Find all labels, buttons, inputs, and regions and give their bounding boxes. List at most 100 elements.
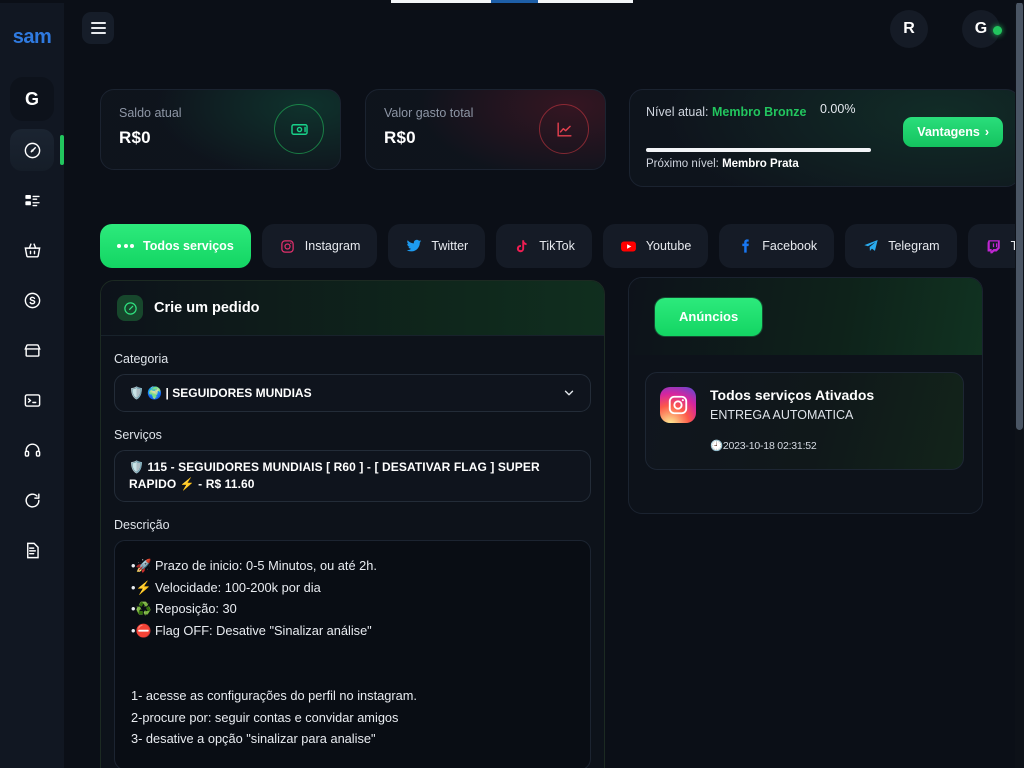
youtube-icon <box>620 238 637 255</box>
tab-twitter[interactable]: Twitter <box>388 224 486 268</box>
announcements-header: Anúncios <box>629 278 982 355</box>
card-spent: Valor gasto total R$0 <box>365 89 606 170</box>
tiktok-icon <box>513 238 530 255</box>
create-order-panel: Crie um pedido Categoria 🛡️ 🌍 | SEGUIDOR… <box>100 280 605 768</box>
announcement-subtitle: ENTREGA AUTOMATICA <box>710 408 854 422</box>
loader-segment-white-b <box>538 0 633 3</box>
dots-icon <box>117 238 134 255</box>
list-icon <box>23 191 42 210</box>
vantagens-button[interactable]: Vantagens › <box>903 117 1003 147</box>
announcements-panel: Anúncios Todos serviços Ativados ENTREGA… <box>628 277 983 514</box>
services-label: Serviços <box>114 428 162 442</box>
card-balance: Saldo atual R$0 <box>100 89 341 170</box>
shop-icon <box>23 341 42 360</box>
stats-row: Saldo atual R$0 Valor gasto total R$0 Ní… <box>100 89 1020 187</box>
level-percent: 0.00% <box>820 102 856 116</box>
tab-label: Instagram <box>304 239 361 253</box>
tab-label: Twitter <box>431 239 469 253</box>
topbar: R G <box>64 0 1024 58</box>
hamburger-line <box>90 27 106 29</box>
twitter-icon <box>405 238 422 255</box>
brand-logo[interactable]: sam <box>13 26 52 49</box>
tab-tiktok[interactable]: TikTok <box>496 224 592 268</box>
telegram-icon <box>862 238 879 255</box>
sidebar-item-orders[interactable] <box>10 179 54 221</box>
sidebar-item-dashboard[interactable] <box>10 129 64 171</box>
desc-line: 2-procure por: seguir contas e convidar … <box>131 709 399 725</box>
loader-segment-right <box>633 0 1024 3</box>
loader-segment-left <box>0 0 391 3</box>
tab-facebook[interactable]: Facebook <box>719 224 835 268</box>
level-next: Próximo nível: Membro Prata <box>646 158 799 170</box>
tab-label: Todos serviços <box>143 239 234 253</box>
hamburger-menu-button[interactable] <box>82 12 114 44</box>
tab-label: TikTok <box>539 239 575 253</box>
anuncios-button[interactable]: Anúncios <box>655 297 763 336</box>
page-title: Crie um pedido <box>154 300 260 316</box>
service-value: 🛡️ 115 - SEGUIDORES MUNDIAIS [ R60 ] - [… <box>129 460 540 491</box>
online-status-dot <box>993 26 1002 35</box>
tab-youtube[interactable]: Youtube <box>602 224 709 268</box>
gauge-icon <box>117 295 143 321</box>
sidebar-item-api[interactable] <box>10 379 54 421</box>
level-progress-bar <box>646 148 871 152</box>
sidebar-avatar[interactable]: G <box>10 77 54 121</box>
desc-spacer <box>131 663 574 685</box>
card-level: Nível atual: Membro Bronze 0.00% Próximo… <box>629 89 1020 187</box>
money-icon <box>274 104 324 154</box>
tab-label: Telegram <box>888 239 940 253</box>
desc-line: •⛔ Flag OFF: Desative "Sinalizar análise… <box>131 622 372 638</box>
twitch-icon <box>985 238 1002 255</box>
terminal-icon <box>23 391 42 410</box>
page-loading-bar <box>0 0 1024 3</box>
description-label: Descrição <box>114 518 170 532</box>
tab-label: Facebook <box>762 239 818 253</box>
level-current: Nível atual: Membro Bronze <box>646 104 836 121</box>
desc-line: 3- desative a opção "sinalizar para anal… <box>131 731 376 746</box>
category-select[interactable]: 🛡️ 🌍 | SEGUIDORES MUNDIAS <box>114 374 591 412</box>
sidebar-item-support[interactable] <box>10 429 54 471</box>
loader-segment-white-a <box>391 0 491 3</box>
announcement-date: 🕘2023-10-18 02:31:52 <box>710 440 817 452</box>
sidebar-item-store[interactable] <box>10 229 54 271</box>
desc-line: •🚀 Prazo de inicio: 0-5 Minutos, ou até … <box>131 558 377 573</box>
hamburger-line <box>90 22 106 24</box>
avatar-secondary[interactable]: R <box>890 10 928 48</box>
instagram-icon <box>660 387 696 423</box>
sidebar: sam G <box>0 0 64 768</box>
sidebar-item-reports[interactable] <box>10 529 54 571</box>
service-description: •🚀 Prazo de inicio: 0-5 Minutos, ou até … <box>114 540 591 768</box>
create-order-header: Crie um pedido <box>101 281 604 336</box>
announcement-body: Todos serviços Ativados ENTREGA AUTOMATI… <box>710 387 874 455</box>
headset-icon <box>23 441 42 460</box>
sidebar-item-payments[interactable] <box>10 279 54 321</box>
dollar-circle-icon <box>23 291 42 310</box>
scrollbar-thumb[interactable] <box>1016 2 1023 430</box>
tab-label: Youtube <box>645 239 692 253</box>
category-label: Categoria <box>114 352 169 366</box>
desc-spacer <box>131 750 574 768</box>
level-current-value: Membro Bronze <box>712 105 807 119</box>
instagram-icon <box>279 238 296 255</box>
facebook-icon <box>736 238 753 255</box>
vantagens-label: Vantagens <box>917 125 980 139</box>
chevron-right-icon: › <box>984 125 989 139</box>
tab-todos-servicos[interactable]: Todos serviços <box>100 224 251 268</box>
announcement-title: Todos serviços Ativados <box>710 387 875 403</box>
tab-instagram[interactable]: Instagram <box>261 224 378 268</box>
tab-telegram[interactable]: Telegram <box>845 224 957 268</box>
sidebar-item-refill[interactable] <box>10 479 54 521</box>
category-value: 🛡️ 🌍 | SEGUIDORES MUNDIAS <box>129 385 312 400</box>
chevron-down-icon <box>562 386 576 405</box>
desc-spacer <box>131 641 574 663</box>
announcement-item[interactable]: Todos serviços Ativados ENTREGA AUTOMATI… <box>645 372 964 470</box>
level-next-prefix: Próximo nível: <box>646 158 723 170</box>
refresh-icon <box>23 491 42 510</box>
service-select[interactable]: 🛡️ 115 - SEGUIDORES MUNDIAIS [ R60 ] - [… <box>114 450 591 502</box>
hamburger-line <box>90 32 106 34</box>
basket-icon <box>23 241 42 260</box>
page-scrollbar[interactable] <box>1015 0 1024 768</box>
chart-line-icon <box>539 104 589 154</box>
sidebar-item-shop[interactable] <box>10 329 54 371</box>
level-prefix: Nível atual: <box>646 105 713 119</box>
